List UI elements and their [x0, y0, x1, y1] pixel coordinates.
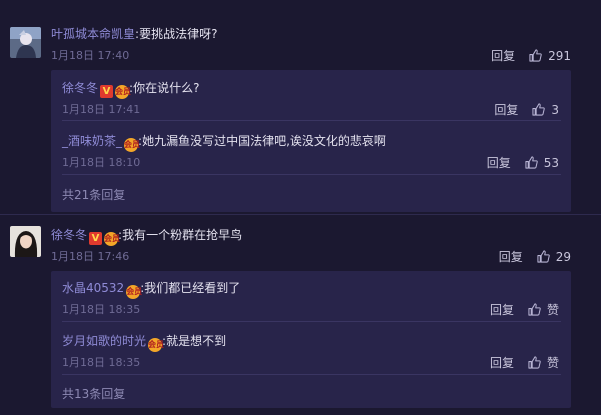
reply-text: 你在说什么? [133, 81, 200, 95]
comment-text: 要挑战法律呀? [139, 27, 218, 41]
comment-meta: 1月18日 17:40 回复 291 [51, 47, 601, 64]
reply-button[interactable]: 回复 [487, 154, 511, 171]
separator [62, 374, 561, 375]
avatar[interactable] [10, 27, 41, 58]
reply-item: _酒味奶茶_ 会员:她九漏鱼没写过中国法律吧,诶没文化的悲哀啊 1月18日 18:… [62, 134, 559, 171]
view-more-replies-link[interactable]: 共13条回复 [62, 385, 125, 402]
verified-v-icon: V [100, 85, 114, 98]
reply-text: 就是想不到 [166, 334, 227, 348]
reply-button[interactable]: 回复 [499, 248, 523, 265]
username[interactable]: 水晶40532 [62, 281, 124, 295]
username[interactable]: 岁月如歌的时光 [62, 334, 146, 348]
reply-button[interactable]: 回复 [490, 301, 514, 318]
like-button[interactable]: 赞 [528, 354, 559, 371]
member-badge-icon: 会员 [124, 138, 140, 152]
reply-text: 我们都已经看到了 [144, 281, 241, 295]
thumbs-up-icon [537, 250, 550, 263]
comment-line: 叶孤城本命凯皇:要挑战法律呀? [51, 27, 218, 41]
username[interactable]: _酒味奶茶_ [62, 134, 122, 148]
reply-item: 徐冬冬 V 会员:你在说什么? 1月18日 17:41 回复 3 [62, 81, 559, 118]
thumbs-up-icon [529, 49, 542, 62]
username[interactable]: 徐冬冬 [51, 228, 87, 242]
separator [62, 321, 561, 322]
reply-box: 徐冬冬 V 会员:你在说什么? 1月18日 17:41 回复 3 _酒味奶茶_ 会员:… [51, 70, 571, 212]
comment-meta: 1月18日 17:46 回复 29 [51, 248, 601, 265]
username[interactable]: 叶孤城本命凯皇 [51, 27, 135, 41]
reply-text: 她九漏鱼没写过中国法律吧,诶没文化的悲哀啊 [142, 134, 386, 148]
reply-button[interactable]: 回复 [490, 354, 514, 371]
timestamp: 1月18日 17:40 [51, 49, 130, 62]
thumbs-up-icon [532, 103, 546, 116]
like-count: 29 [555, 249, 571, 264]
reply-item: 岁月如歌的时光 会员:就是想不到 1月18日 18:35 回复 赞 [62, 334, 559, 371]
like-count: 53 [543, 155, 559, 170]
verified-v-icon: V [89, 232, 103, 245]
comment-text: 我有一个粉群在抢早鸟 [122, 228, 243, 242]
reply-button[interactable]: 回复 [494, 101, 518, 118]
thumbs-up-icon [528, 356, 541, 369]
thumbs-up-icon [528, 303, 541, 316]
thread-divider [0, 214, 601, 215]
like-button[interactable]: 53 [525, 156, 559, 170]
comment-line: 徐冬冬 V 会员:我有一个粉群在抢早鸟 [51, 228, 243, 246]
like-button[interactable]: 291 [529, 49, 571, 63]
member-badge-icon: 会员 [104, 232, 120, 246]
like-button[interactable]: 3 [532, 103, 559, 117]
reply-box: 水晶40532 会员:我们都已经看到了 1月18日 18:35 回复 赞 岁月如歌… [51, 271, 571, 408]
thumbs-up-icon [525, 156, 538, 169]
timestamp: 1月18日 18:10 [62, 156, 141, 169]
like-label: 赞 [546, 303, 559, 317]
like-count: 291 [548, 48, 571, 63]
reply-item: 水晶40532 会员:我们都已经看到了 1月18日 18:35 回复 赞 [62, 281, 559, 318]
separator [62, 174, 561, 175]
view-more-replies-link[interactable]: 共21条回复 [62, 186, 125, 203]
member-badge-icon: 会员 [126, 285, 142, 299]
member-badge-icon: 会员 [115, 85, 131, 99]
avatar[interactable] [10, 226, 41, 257]
timestamp: 1月18日 18:35 [62, 303, 141, 316]
like-count: 3 [551, 102, 559, 117]
username[interactable]: 徐冬冬 [62, 81, 98, 95]
timestamp: 1月18日 17:46 [51, 250, 130, 263]
reply-button[interactable]: 回复 [491, 47, 515, 64]
timestamp: 1月18日 18:35 [62, 356, 141, 369]
timestamp: 1月18日 17:41 [62, 103, 141, 116]
separator [62, 120, 561, 121]
like-button[interactable]: 赞 [528, 301, 559, 318]
like-label: 赞 [546, 356, 559, 370]
member-badge-icon: 会员 [148, 338, 164, 352]
like-button[interactable]: 29 [537, 250, 571, 264]
